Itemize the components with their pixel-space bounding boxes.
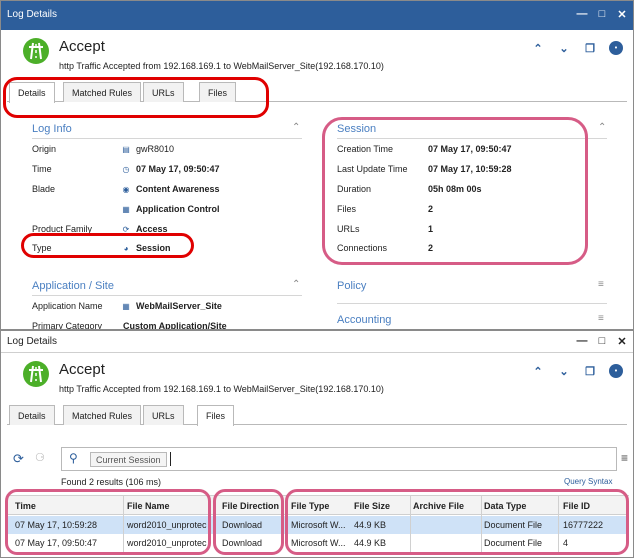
application-name-value: WebMailServer_Site xyxy=(136,301,222,311)
blade-value-content-awareness: Content Awareness xyxy=(136,184,220,194)
log-details-window-files: Log Details — □ ✕ Accept http Traffic Ac… xyxy=(0,330,634,558)
section-policy-heading[interactable]: Policy xyxy=(337,280,366,292)
content-awareness-icon: ◉ xyxy=(122,184,130,194)
log-header: Accept http Traffic Accepted from 192.16… xyxy=(1,30,633,80)
more-actions-icon[interactable]: • xyxy=(609,41,623,55)
collapse-application-site-icon[interactable]: ⌃ xyxy=(292,279,300,290)
collapse-log-info-icon[interactable]: ⌃ xyxy=(292,122,300,133)
gateway-icon: ▤ xyxy=(122,144,130,154)
blade-label: Blade xyxy=(32,184,56,194)
window-controls: — □ ✕ xyxy=(575,334,629,348)
application-control-icon: ▦ xyxy=(122,204,130,214)
search-icon: ⚲ xyxy=(69,451,78,465)
log-header: Accept http Traffic Accepted from 192.16… xyxy=(1,353,633,403)
time-label: Time xyxy=(32,164,52,174)
tab-matched-rules[interactable]: Matched Rules xyxy=(63,405,142,425)
application-icon: ▦ xyxy=(122,301,130,311)
header-actions: ⌃ ⌄ ❐ • xyxy=(531,364,623,378)
tab-details[interactable]: Details xyxy=(9,405,55,425)
application-name-label: Application Name xyxy=(32,301,103,311)
divider xyxy=(337,303,607,304)
menu-icon[interactable]: ≡ xyxy=(621,451,628,465)
divider xyxy=(32,138,302,139)
close-icon[interactable]: ✕ xyxy=(615,7,629,21)
search-input[interactable]: ⚲ Current Session xyxy=(61,447,617,471)
window-title: Log Details xyxy=(7,9,58,20)
window-titlebar: Log Details — □ ✕ xyxy=(1,1,633,30)
log-action-title: Accept xyxy=(59,361,105,378)
next-log-icon[interactable]: ⌄ xyxy=(557,41,571,55)
annotation-highlight-file-details xyxy=(285,489,629,555)
log-details-window-details: Log Details — □ ✕ Accept http Traffic Ac… xyxy=(0,0,634,330)
previous-log-icon[interactable]: ⌃ xyxy=(531,41,545,55)
time-value: 07 May 17, 09:50:47 xyxy=(136,164,220,174)
query-syntax-link[interactable]: Query Syntax xyxy=(564,477,612,486)
next-log-icon[interactable]: ⌄ xyxy=(557,364,571,378)
log-summary: http Traffic Accepted from 192.168.169.1… xyxy=(59,384,384,394)
maximize-icon[interactable]: □ xyxy=(595,334,609,348)
menu-accounting-icon[interactable]: ≡ xyxy=(598,313,604,324)
tab-files[interactable]: Files xyxy=(197,405,235,426)
annotation-highlight-file-direction xyxy=(213,489,284,555)
clear-filter-icon: ⚆ xyxy=(35,452,45,464)
close-icon[interactable]: ✕ xyxy=(615,334,629,348)
window-titlebar: Log Details — □ ✕ xyxy=(1,331,633,353)
maximize-icon[interactable]: □ xyxy=(595,7,609,21)
collapse-session-icon[interactable]: ⌃ xyxy=(598,122,606,133)
annotation-highlight-time-filename xyxy=(5,489,211,555)
origin-label: Origin xyxy=(32,144,57,154)
accept-road-icon xyxy=(23,361,49,387)
copy-icon[interactable]: ❐ xyxy=(583,41,597,55)
results-summary: Found 2 results (106 ms) xyxy=(61,477,162,487)
clock-icon: ◷ xyxy=(122,164,130,174)
refresh-icon[interactable]: ⟳ xyxy=(13,451,24,467)
log-action-title: Accept xyxy=(59,38,105,55)
primary-category-label: Primary Category xyxy=(32,321,103,330)
origin-value[interactable]: gwR8010 xyxy=(136,144,174,154)
previous-log-icon[interactable]: ⌃ xyxy=(531,364,545,378)
accept-road-icon xyxy=(23,38,49,64)
text-cursor xyxy=(170,452,171,466)
window-controls: — □ ✕ xyxy=(575,7,629,21)
section-log-info-heading[interactable]: Log Info xyxy=(32,123,72,135)
annotation-highlight-tabs xyxy=(3,77,269,118)
log-summary: http Traffic Accepted from 192.168.169.1… xyxy=(59,61,384,71)
header-actions: ⌃ ⌄ ❐ • xyxy=(531,41,623,55)
annotation-highlight-session xyxy=(322,117,588,265)
window-title: Log Details xyxy=(7,336,58,347)
tab-urls[interactable]: URLs xyxy=(143,405,184,425)
menu-policy-icon[interactable]: ≡ xyxy=(598,279,604,290)
files-search-toolbar: ⟳ ⚆ ⚲ Current Session ≡ xyxy=(1,447,633,477)
minimize-icon[interactable]: — xyxy=(575,7,589,21)
more-actions-icon[interactable]: • xyxy=(609,364,623,378)
section-accounting-heading[interactable]: Accounting xyxy=(337,314,391,326)
section-application-site-heading[interactable]: Application / Site xyxy=(32,280,114,292)
copy-icon[interactable]: ❐ xyxy=(583,364,597,378)
primary-category-value: Custom Application/Site xyxy=(123,321,227,330)
divider xyxy=(32,295,302,296)
annotation-highlight-type xyxy=(21,233,194,258)
current-session-filter-chip[interactable]: Current Session xyxy=(90,452,167,467)
tab-strip: Details Matched Rules URLs Files xyxy=(7,403,627,426)
minimize-icon[interactable]: — xyxy=(575,334,589,348)
blade-value-application-control: Application Control xyxy=(136,204,220,214)
